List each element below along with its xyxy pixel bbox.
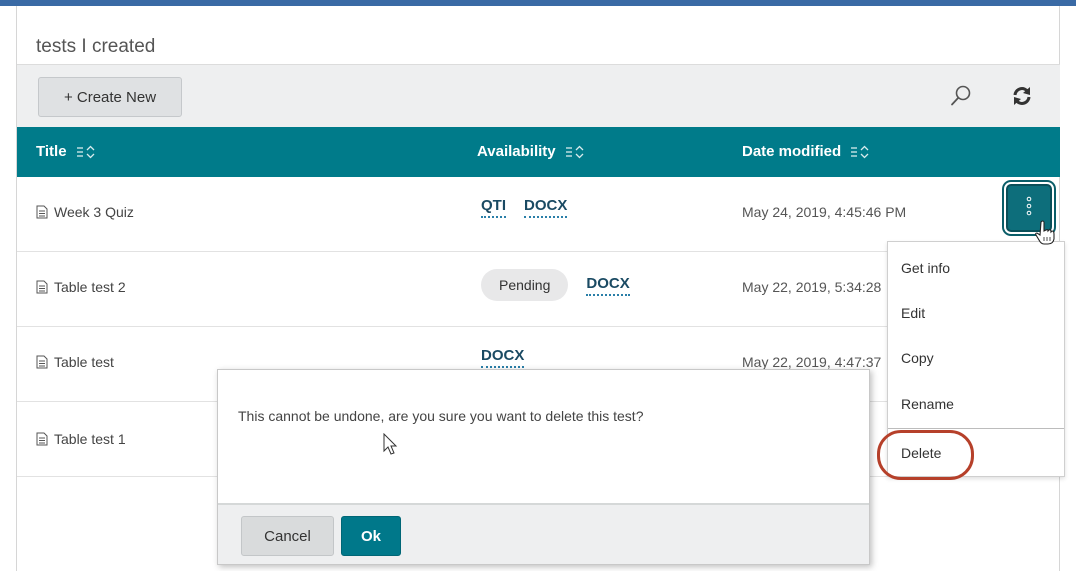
row-title[interactable]: Week 3 Quiz	[36, 204, 134, 220]
qti-link[interactable]: QTI	[481, 197, 506, 218]
availability-cell: Pending DOCX	[481, 269, 648, 301]
row-title[interactable]: Table test 2	[36, 279, 126, 295]
delete-confirm-dialog: This cannot be undone, are you sure you …	[217, 369, 870, 565]
search-icon[interactable]	[947, 82, 975, 110]
docx-link[interactable]: DOCX	[481, 347, 525, 368]
availability-cell: DOCX	[481, 347, 542, 368]
docx-link[interactable]: DOCX	[524, 197, 568, 218]
docx-link[interactable]: DOCX	[586, 275, 630, 296]
date-modified: May 24, 2019, 4:45:46 PM	[742, 204, 907, 220]
row-title[interactable]: Table test	[36, 354, 114, 370]
document-icon	[36, 432, 48, 446]
menu-item-copy[interactable]: Copy	[901, 350, 934, 366]
document-icon	[36, 205, 48, 219]
document-icon	[36, 355, 48, 369]
row-title[interactable]: Table test 1	[36, 431, 126, 447]
availability-cell: QTI DOCX	[481, 197, 585, 218]
column-header-title[interactable]: Title	[36, 143, 97, 160]
toolbar: + Create New	[17, 64, 1060, 127]
dialog-footer: Cancel Ok	[218, 503, 869, 564]
date-modified: May 22, 2019, 5:34:28	[742, 279, 882, 295]
table-header: Title Availability Date modified	[17, 127, 1060, 177]
sort-icon[interactable]	[565, 145, 586, 159]
menu-divider	[888, 428, 1064, 429]
document-icon	[36, 280, 48, 294]
menu-item-rename[interactable]: Rename	[901, 396, 954, 412]
column-header-date-modified[interactable]: Date modified	[742, 143, 871, 160]
page-title: tests I created	[36, 36, 156, 57]
delete-highlight-circle	[877, 430, 974, 480]
menu-item-edit[interactable]: Edit	[901, 305, 925, 321]
sort-icon[interactable]	[76, 145, 97, 159]
sort-icon[interactable]	[851, 145, 871, 159]
refresh-icon[interactable]	[1008, 82, 1036, 110]
cancel-button[interactable]: Cancel	[241, 516, 334, 556]
ok-button[interactable]: Ok	[341, 516, 401, 556]
arrow-cursor-icon	[383, 433, 398, 455]
column-header-availability[interactable]: Availability	[477, 143, 586, 160]
create-new-button[interactable]: + Create New	[38, 77, 182, 117]
dialog-message: This cannot be undone, are you sure you …	[238, 408, 644, 424]
hand-cursor-icon	[1035, 220, 1055, 245]
menu-item-get-info[interactable]: Get info	[901, 260, 950, 276]
date-modified: May 22, 2019, 4:47:37	[742, 354, 882, 370]
pending-badge: Pending	[481, 269, 569, 301]
